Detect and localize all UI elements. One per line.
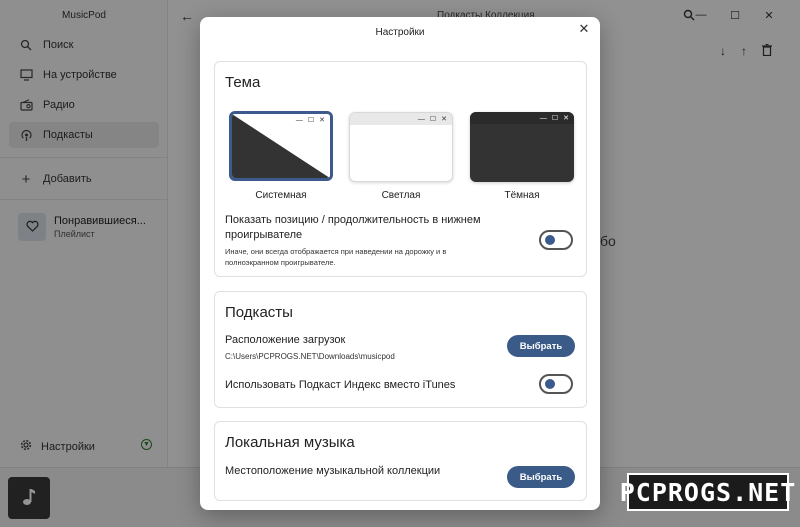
theme-heading: Тема	[225, 74, 261, 91]
toggle-knob	[545, 379, 555, 389]
show-position-description: Иначе, они всегда отображается при навед…	[225, 247, 447, 267]
theme-option-label: Тёмная	[504, 190, 540, 201]
close-icon[interactable]: ✕	[576, 21, 592, 37]
show-position-label: Показать позицию / продолжительность в н…	[225, 214, 481, 241]
download-location-label: Расположение загрузок	[225, 334, 346, 346]
choose-collection-button[interactable]: Выбрать	[507, 466, 575, 488]
window-buttons: — ☐ ✕	[295, 116, 325, 125]
local-music-heading: Локальная музыка	[225, 434, 355, 451]
podcast-index-toggle[interactable]	[539, 374, 573, 394]
dialog-title: Настройки	[375, 27, 425, 38]
theme-option-label: Системная	[255, 190, 307, 201]
settings-dialog: Настройки ✕ Тема — ☐ ✕ Системная — ☐ ✕ Светл…	[200, 17, 600, 510]
watermark-logo: PCPROGS.NET	[620, 473, 795, 511]
window-buttons: — ☐ ✕	[350, 113, 452, 125]
choose-download-button[interactable]: Выбрать	[507, 335, 575, 357]
podcast-index-label: Использовать Подкаст Индекс вместо iTune…	[225, 379, 456, 391]
toggle-knob	[545, 235, 555, 245]
window-buttons: — ☐ ✕	[470, 112, 574, 124]
podcasts-card: Подкасты Расположение загрузок C:\Users\…	[214, 291, 587, 408]
theme-option-light[interactable]: — ☐ ✕	[349, 112, 453, 182]
podcasts-heading: Подкасты	[225, 304, 293, 321]
download-path: C:\Users\PCPROGS.NET\Downloads\musicpod	[225, 352, 395, 361]
theme-option-dark[interactable]: — ☐ ✕	[470, 112, 574, 182]
show-position-toggle[interactable]	[539, 230, 573, 250]
local-music-card: Локальная музыка Местоположение музыкаль…	[214, 421, 587, 501]
theme-option-label: Светлая	[381, 190, 421, 201]
theme-card: Тема — ☐ ✕ Системная — ☐ ✕ Светлая — ☐ ✕ Тёмна…	[214, 61, 587, 277]
theme-option-system[interactable]: — ☐ ✕	[229, 111, 333, 181]
collection-location-label: Местоположение музыкальной коллекции	[225, 465, 441, 477]
